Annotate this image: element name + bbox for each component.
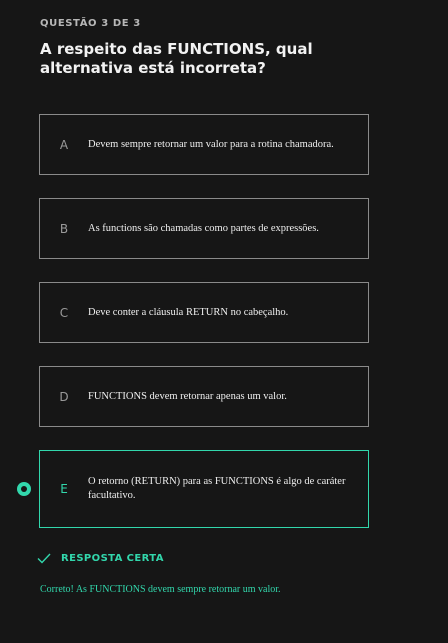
check-icon (37, 553, 51, 564)
option-text: As functions são chamadas como partes de… (88, 222, 319, 234)
option-b[interactable]: B As functions são chamadas como partes … (39, 198, 369, 259)
option-letter: E (60, 482, 68, 496)
option-text: Deve conter a cláusula RETURN no cabeçal… (88, 306, 289, 318)
option-d[interactable]: D FUNCTIONS devem retornar apenas um val… (39, 366, 369, 427)
option-e[interactable]: E O retorno (RETURN) para as FUNCTIONS é… (39, 450, 369, 528)
result-status: RESPOSTA CERTA (37, 553, 164, 564)
question-title: A respeito das FUNCTIONS, qual alternati… (40, 40, 313, 77)
selected-radio-icon[interactable] (17, 482, 31, 496)
feedback-text: Correto! As FUNCTIONS devem sempre retor… (40, 584, 281, 595)
option-text: O retorno (RETURN) para as FUNCTIONS é a… (88, 476, 346, 501)
option-letter: A (59, 137, 69, 152)
option-letter: B (59, 221, 69, 236)
result-label: RESPOSTA CERTA (61, 553, 164, 564)
option-letter: D (59, 389, 69, 404)
option-c[interactable]: C Deve conter a cláusula RETURN no cabeç… (39, 282, 369, 343)
option-letter: C (59, 305, 69, 320)
option-a[interactable]: A Devem sempre retornar um valor para a … (39, 114, 369, 175)
option-text: FUNCTIONS devem retornar apenas um valor… (88, 390, 287, 402)
option-text: Devem sempre retornar um valor para a ro… (88, 138, 334, 150)
question-counter: QUESTÃO 3 DE 3 (40, 18, 141, 29)
